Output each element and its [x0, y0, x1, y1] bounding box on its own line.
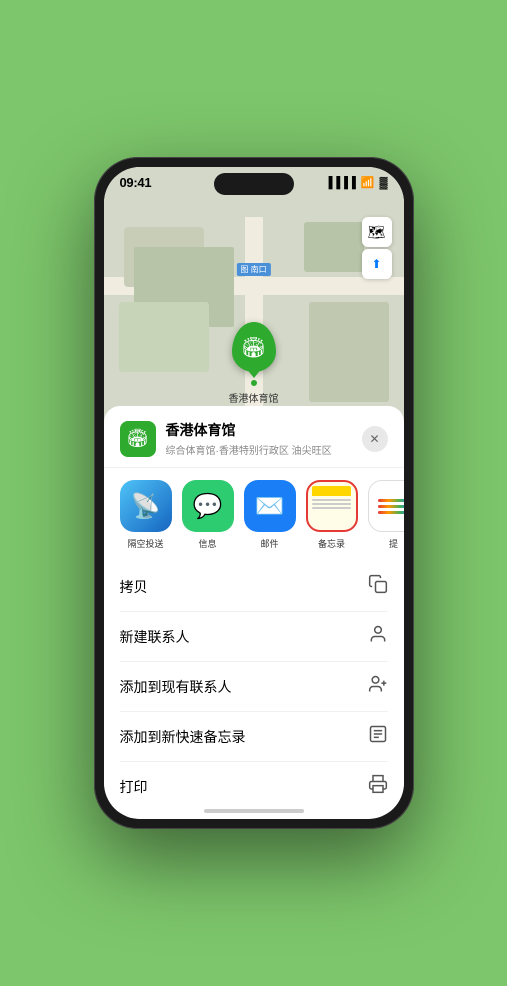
- notes-lines: [312, 499, 350, 509]
- new-contact-icon: [368, 624, 388, 649]
- notes-line-2: [312, 503, 350, 505]
- more-icon-bg: [368, 480, 404, 532]
- entrance-name: 南口: [251, 265, 267, 274]
- copy-label: 拷贝: [120, 577, 148, 597]
- share-apps-row: 📡 隔空投送 💬 信息 ✉️ 邮件: [104, 468, 404, 562]
- add-notes-icon: [368, 724, 388, 749]
- airdrop-icon: 📡: [131, 492, 161, 521]
- action-add-notes[interactable]: 添加到新快速备忘录: [120, 712, 388, 762]
- copy-icon: [368, 574, 388, 599]
- close-button[interactable]: ✕: [362, 426, 388, 452]
- wifi-icon: 📶: [361, 176, 375, 189]
- map-location-button[interactable]: ⬆: [362, 249, 392, 279]
- home-indicator: [204, 809, 304, 813]
- action-print[interactable]: 打印: [120, 762, 388, 811]
- map-controls: 🗺 ⬆: [362, 217, 392, 279]
- more-label: 提: [389, 537, 398, 550]
- notes-icon-bg: [306, 480, 358, 532]
- mail-icon: ✉️: [255, 492, 285, 521]
- share-item-messages[interactable]: 💬 信息: [182, 480, 234, 550]
- add-existing-label: 添加到现有联系人: [120, 677, 232, 697]
- mail-label: 邮件: [260, 537, 278, 550]
- message-icon: 💬: [193, 492, 223, 521]
- notes-label: 备忘录: [318, 537, 345, 550]
- battery-icon: ▓: [379, 177, 387, 189]
- airdrop-label: 隔空投送: [127, 537, 163, 550]
- location-arrow-icon: ⬆: [371, 257, 381, 271]
- action-copy[interactable]: 拷贝: [120, 562, 388, 612]
- share-item-more[interactable]: 提: [368, 480, 404, 550]
- map-block-5: [304, 222, 364, 272]
- print-label: 打印: [120, 777, 148, 797]
- bottom-sheet: 🏟 香港体育馆 综合体育馆·香港特别行政区 油尖旺区 ✕ 📡 隔空投送: [104, 406, 404, 819]
- message-label: 信息: [198, 537, 216, 550]
- new-contact-label: 新建联系人: [120, 627, 190, 647]
- map-block-4: [309, 302, 389, 402]
- mail-icon-bg: ✉️: [244, 480, 296, 532]
- status-icons: ▐▐▐▐ 📶 ▓: [325, 176, 388, 189]
- marker-pin: 🏟: [232, 322, 276, 372]
- marker-dot: [251, 380, 257, 386]
- notes-icon-inner: [308, 482, 356, 530]
- map-block-3: [119, 302, 209, 372]
- map-entrance-label: 图 南口: [236, 263, 270, 276]
- notes-header-strip: [312, 486, 350, 496]
- venue-info: 香港体育馆 综合体育馆·香港特别行政区 油尖旺区: [166, 420, 352, 457]
- venue-icon: 🏟: [120, 421, 156, 457]
- stadium-icon: 🏟: [241, 335, 266, 360]
- signal-icon: ▐▐▐▐: [325, 177, 356, 189]
- map-layers-icon: 🗺: [368, 224, 386, 241]
- notes-line-3: [312, 507, 350, 509]
- add-existing-icon: [368, 674, 388, 699]
- venue-name: 香港体育馆: [166, 420, 352, 440]
- phone-screen: 09:41 ▐▐▐▐ 📶 ▓ 图 南口: [104, 167, 404, 819]
- share-item-mail[interactable]: ✉️ 邮件: [244, 480, 296, 550]
- marker-label: 香港体育馆: [229, 390, 279, 405]
- airdrop-icon-bg: 📡: [120, 480, 172, 532]
- map-layers-button[interactable]: 🗺: [362, 217, 392, 247]
- action-add-existing[interactable]: 添加到现有联系人: [120, 662, 388, 712]
- venue-subtitle: 综合体育馆·香港特别行政区 油尖旺区: [166, 442, 352, 457]
- stadium-marker[interactable]: 🏟 香港体育馆: [229, 322, 279, 405]
- entrance-prefix: 图: [240, 265, 248, 274]
- sheet-header: 🏟 香港体育馆 综合体育馆·香港特别行政区 油尖旺区 ✕: [104, 406, 404, 468]
- dynamic-island: [214, 173, 294, 195]
- notes-line-1: [312, 499, 350, 501]
- action-list: 拷贝 新建联系人: [104, 562, 404, 819]
- add-notes-label: 添加到新快速备忘录: [120, 727, 246, 747]
- status-time: 09:41: [120, 175, 152, 190]
- print-icon: [368, 774, 388, 799]
- close-icon: ✕: [369, 432, 379, 446]
- share-item-notes[interactable]: 备忘录: [306, 480, 358, 550]
- phone-frame: 09:41 ▐▐▐▐ 📶 ▓ 图 南口: [94, 157, 414, 829]
- venue-icon-symbol: 🏟: [126, 428, 149, 449]
- action-new-contact[interactable]: 新建联系人: [120, 612, 388, 662]
- share-item-airdrop[interactable]: 📡 隔空投送: [120, 480, 172, 550]
- message-icon-bg: 💬: [182, 480, 234, 532]
